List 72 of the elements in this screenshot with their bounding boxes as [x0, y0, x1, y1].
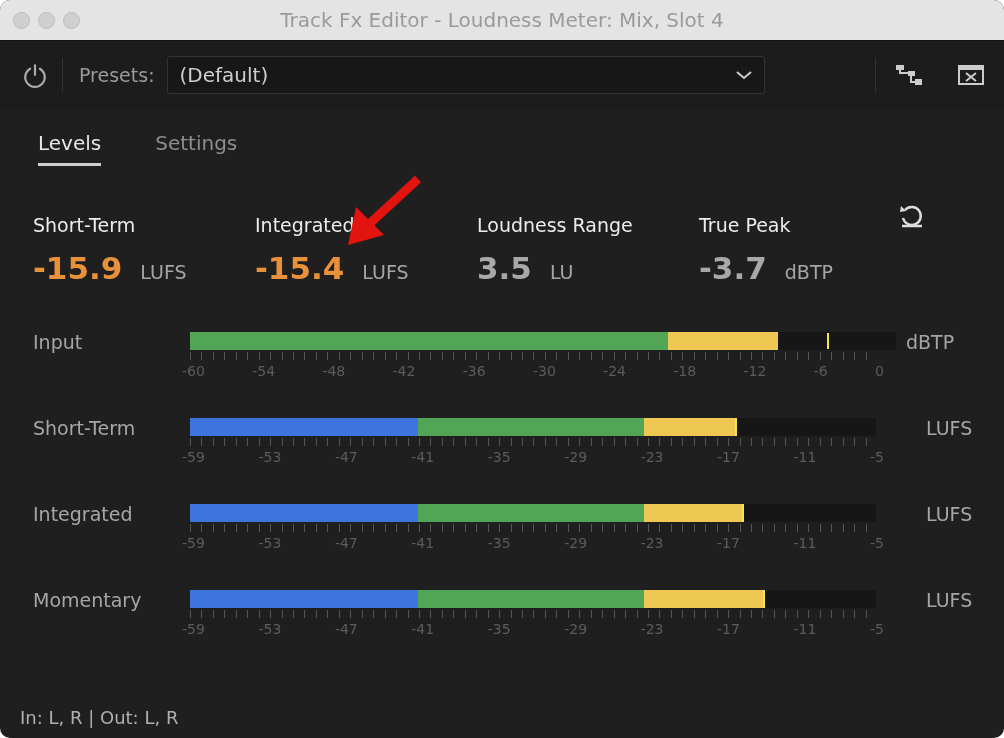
scale-label: -60	[182, 362, 205, 380]
scale-label: -30	[532, 362, 556, 380]
tree-icon[interactable]	[896, 65, 922, 85]
meter-label: Short-Term	[33, 416, 137, 440]
scale-label: -35	[487, 448, 511, 466]
scale-label: -53	[258, 448, 282, 466]
scale-label: -47	[334, 448, 358, 466]
stat-unit: LUFS	[140, 261, 187, 283]
meter-unit: LUFS	[926, 502, 973, 526]
presets-label: Presets:	[79, 64, 155, 86]
scale-label: -59	[182, 534, 205, 552]
stat-unit: LU	[549, 261, 574, 283]
scale-label: -12	[743, 362, 767, 380]
scale-label: -23	[640, 448, 664, 466]
scale-label: -29	[564, 534, 588, 552]
stat-label: Short-Term	[33, 214, 137, 236]
scale-label: -11	[793, 534, 817, 552]
scale-label: -36	[462, 362, 486, 380]
meter-label: Input	[33, 330, 84, 354]
meter-unit: dBTP	[906, 330, 956, 354]
scale-label: -11	[793, 620, 817, 638]
scale-label: -5	[869, 620, 884, 638]
reset-icon[interactable]	[899, 204, 925, 228]
stat-label: True Peak	[699, 214, 792, 236]
scale-label: -47	[334, 534, 358, 552]
status-text: In: L, R | Out: L, R	[20, 707, 180, 728]
stat-value: -15.9	[33, 250, 123, 286]
presets-dropdown[interactable]: (Default)	[166, 56, 765, 94]
scale-label: -29	[564, 620, 588, 638]
scale-label: -35	[487, 620, 511, 638]
stat-label: Integrated	[255, 214, 356, 236]
stat-unit: dBTP	[784, 261, 833, 283]
scale-label: -41	[411, 620, 435, 638]
tab[interactable]: Levels	[38, 131, 102, 166]
scale-label: -41	[411, 534, 435, 552]
scale-label: -23	[640, 620, 664, 638]
scale-label: -17	[717, 620, 740, 638]
stat-value: -15.4	[255, 250, 345, 286]
meter-unit: LUFS	[926, 588, 973, 612]
window-title: Track Fx Editor - Loudness Meter: Mix, Slot 4	[279, 8, 725, 32]
scale-label: -24	[603, 362, 626, 380]
tab[interactable]: Settings	[155, 131, 238, 166]
scale-label: -6	[813, 362, 828, 380]
scale-label: -42	[392, 362, 416, 380]
scale-label: -11	[793, 448, 817, 466]
scale-label: -29	[564, 448, 588, 466]
scale-label: -17	[717, 448, 740, 466]
scale-label: -23	[640, 534, 664, 552]
stat-label: Loudness Range	[477, 214, 634, 236]
scale-label: -48	[322, 362, 346, 380]
stat-value: -3.7	[699, 250, 767, 286]
scale-label: -5	[869, 448, 884, 466]
stat-value: 3.5	[477, 250, 532, 286]
scale-label: -54	[252, 362, 276, 380]
scale-label: -5	[869, 534, 884, 552]
scale-label: -59	[182, 620, 205, 638]
meter-unit: LUFS	[926, 416, 973, 440]
scale-label: -53	[258, 620, 282, 638]
scale-label: -17	[717, 534, 740, 552]
chevron-down-icon	[735, 70, 752, 80]
stat-unit: LUFS	[362, 261, 409, 283]
scale-label: -35	[487, 534, 511, 552]
meter-label: Integrated	[33, 502, 134, 526]
scale-label: -18	[673, 362, 697, 380]
meter-label: Momentary	[33, 588, 143, 612]
scale-label: -41	[411, 448, 435, 466]
power-icon[interactable]	[22, 62, 48, 88]
scale-label: -53	[258, 534, 282, 552]
scale-label: -47	[334, 620, 358, 638]
scale-label: 0	[874, 362, 884, 380]
scale-label: -59	[182, 448, 205, 466]
close-panel-icon[interactable]	[958, 65, 984, 85]
